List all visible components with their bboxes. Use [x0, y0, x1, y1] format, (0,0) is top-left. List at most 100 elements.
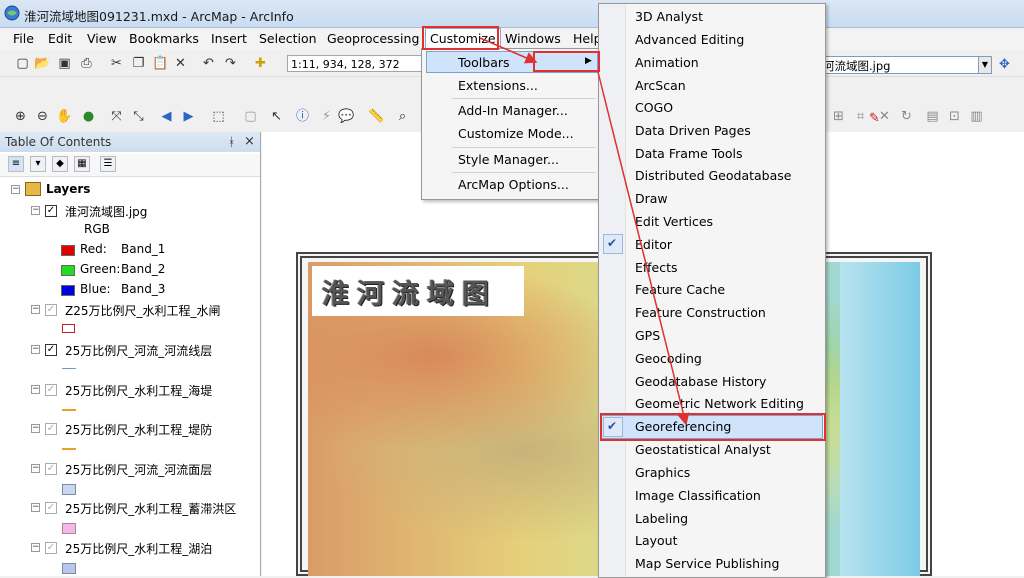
toolbar-item[interactable]: Layout	[635, 533, 678, 548]
layer1-collapse-toggle[interactable]: −	[31, 206, 40, 215]
layer-expand-toggle[interactable]: −	[31, 385, 40, 394]
georef-grid-icon[interactable]: ⊡	[946, 108, 963, 125]
fixed-zoom-in-icon[interactable]: ⤧	[108, 108, 125, 125]
toolbar-item[interactable]: COGO	[635, 100, 673, 115]
fixed-zoom-out-icon[interactable]: ⤡	[130, 108, 147, 125]
list-by-drawing-order-icon[interactable]: ≡	[8, 156, 24, 172]
toolbar-item[interactable]: Graphics	[635, 465, 690, 480]
print-icon[interactable]: ⎙	[78, 55, 95, 72]
georef-table-icon[interactable]: ▤	[924, 108, 941, 125]
clear-selection-icon[interactable]: ▢	[242, 108, 259, 125]
toolbar-item[interactable]: Feature Cache	[635, 282, 725, 297]
menu-edit[interactable]: Edit	[48, 31, 72, 46]
paste-icon[interactable]: 📋	[152, 55, 169, 72]
add-data-icon[interactable]: ✚	[252, 55, 269, 72]
html-popup-icon[interactable]: 💬	[338, 108, 355, 125]
menu-selection[interactable]: Selection	[259, 31, 317, 46]
layers-collapse-toggle[interactable]: −	[11, 185, 20, 194]
hyperlink-icon[interactable]: ⚡	[318, 108, 335, 125]
menu-item-arcmap-options[interactable]: ArcMap Options...	[458, 177, 569, 192]
menu-item-extensions[interactable]: Extensions...	[458, 78, 538, 93]
georef-rotate-icon[interactable]: ↻	[898, 108, 915, 125]
layer-visibility-checkbox[interactable]: ✓	[45, 304, 57, 316]
back-arrow-icon[interactable]: ◀	[158, 108, 175, 125]
layer1-name[interactable]: 淮河流域图.jpg	[65, 203, 147, 220]
layer-expand-toggle[interactable]: −	[31, 543, 40, 552]
layer-visibility-checkbox[interactable]: ✓	[45, 542, 57, 554]
full-extent-icon[interactable]: ●	[80, 108, 97, 125]
layer-name[interactable]: 25万比例尺_水利工程_湖泊	[65, 540, 212, 557]
new-document-icon[interactable]: ▢	[14, 55, 31, 72]
toolbar-item[interactable]: 3D Analyst	[635, 9, 703, 24]
toolbar-item[interactable]: Geostatistical Analyst	[635, 442, 771, 457]
menu-view[interactable]: View	[87, 31, 117, 46]
layer-visibility-checkbox[interactable]: ✓	[45, 502, 57, 514]
layer-visibility-checkbox[interactable]: ✓	[45, 344, 57, 356]
toolbar-item[interactable]: Distributed Geodatabase	[635, 168, 791, 183]
find-binoculars-icon[interactable]: ⌕	[394, 108, 411, 125]
layer-expand-toggle[interactable]: −	[31, 345, 40, 354]
pan-hand-icon[interactable]: ✋	[56, 108, 73, 125]
toolbar-item[interactable]: GPS	[635, 328, 660, 343]
list-by-visibility-icon[interactable]: ◆	[52, 156, 68, 172]
menu-item-addin-manager[interactable]: Add-In Manager...	[458, 103, 568, 118]
select-elements-icon[interactable]: ↖	[268, 108, 285, 125]
layer-name[interactable]: 25万比例尺_水利工程_海堤	[65, 382, 212, 399]
layer-expand-toggle[interactable]: −	[31, 464, 40, 473]
identify-icon[interactable]: ⓘ	[294, 108, 311, 125]
editor-sketch-icon[interactable]: ✎	[866, 110, 883, 127]
toc-root-layers[interactable]: Layers	[46, 182, 90, 196]
list-by-selection-icon[interactable]: ▦	[74, 156, 90, 172]
save-icon[interactable]: ▣	[56, 55, 73, 72]
close-icon[interactable]: ×	[244, 132, 255, 152]
toolbar-item-editor[interactable]: Editor	[635, 237, 672, 252]
undo-icon[interactable]: ↶	[200, 55, 217, 72]
menu-geoprocessing[interactable]: Geoprocessing	[327, 31, 419, 46]
layer-name[interactable]: Z25万比例尺_水利工程_水闸	[65, 302, 221, 319]
layer1-visibility-checkbox[interactable]: ✓	[45, 205, 57, 217]
menu-insert[interactable]: Insert	[211, 31, 247, 46]
toolbar-item[interactable]: Data Frame Tools	[635, 146, 743, 161]
toolbar-item[interactable]: Map Service Publishing	[635, 556, 779, 571]
cut-icon[interactable]: ✂	[108, 55, 125, 72]
chevron-down-icon[interactable]: ▼	[978, 56, 992, 74]
select-features-icon[interactable]: ⬚	[210, 108, 227, 125]
copy-icon[interactable]: ❐	[130, 55, 147, 72]
menu-item-style-manager[interactable]: Style Manager...	[458, 152, 559, 167]
menu-windows[interactable]: Windows	[505, 31, 561, 46]
layer-name[interactable]: 25万比例尺_水利工程_堤防	[65, 421, 212, 438]
fit-display-icon[interactable]: ✥	[996, 56, 1013, 73]
layer-visibility-checkbox[interactable]: ✓	[45, 384, 57, 396]
toolbar-item[interactable]: Effects	[635, 260, 678, 275]
forward-arrow-icon[interactable]: ▶	[180, 108, 197, 125]
layer-name[interactable]: 25万比例尺_河流_河流线层	[65, 342, 212, 359]
toolbar-item[interactable]: Data Driven Pages	[635, 123, 751, 138]
map-scale-input[interactable]: 1:11, 934, 128, 372	[287, 55, 422, 72]
measure-icon[interactable]: 📏	[368, 108, 385, 125]
toolbar-item[interactable]: Image Classification	[635, 488, 761, 503]
toolbar-item[interactable]: Draw	[635, 191, 668, 206]
georef-options-icon[interactable]: ▥	[968, 108, 985, 125]
pin-icon[interactable]: ᚼ	[228, 132, 235, 152]
layer-visibility-checkbox[interactable]: ✓	[45, 463, 57, 475]
menu-item-toolbars[interactable]: Toolbars	[458, 55, 510, 70]
menu-bookmarks[interactable]: Bookmarks	[129, 31, 199, 46]
toc-options-icon[interactable]: ☰	[100, 156, 116, 172]
delete-icon[interactable]: ✕	[172, 55, 189, 72]
toolbar-item[interactable]: Animation	[635, 55, 699, 70]
toolbar-item[interactable]: Geometric Network Editing	[635, 396, 804, 411]
toolbar-item[interactable]: Labeling	[635, 511, 688, 526]
zoom-out-icon[interactable]: ⊖	[34, 108, 51, 125]
layer-expand-toggle[interactable]: −	[31, 305, 40, 314]
toolbar-item[interactable]: Feature Construction	[635, 305, 766, 320]
layer-expand-toggle[interactable]: −	[31, 503, 40, 512]
redo-icon[interactable]: ↷	[222, 55, 239, 72]
toolbar-item[interactable]: Geodatabase History	[635, 374, 766, 389]
menu-item-customize-mode[interactable]: Customize Mode...	[458, 126, 574, 141]
georef-add-point-icon[interactable]: ⊞	[830, 108, 847, 125]
georef-layer-select[interactable]: 河流域图.jpg	[820, 56, 990, 74]
menu-file[interactable]: File	[13, 31, 34, 46]
layer-visibility-checkbox[interactable]: ✓	[45, 423, 57, 435]
toolbar-item[interactable]: Advanced Editing	[635, 32, 744, 47]
toolbar-item[interactable]: Geocoding	[635, 351, 702, 366]
